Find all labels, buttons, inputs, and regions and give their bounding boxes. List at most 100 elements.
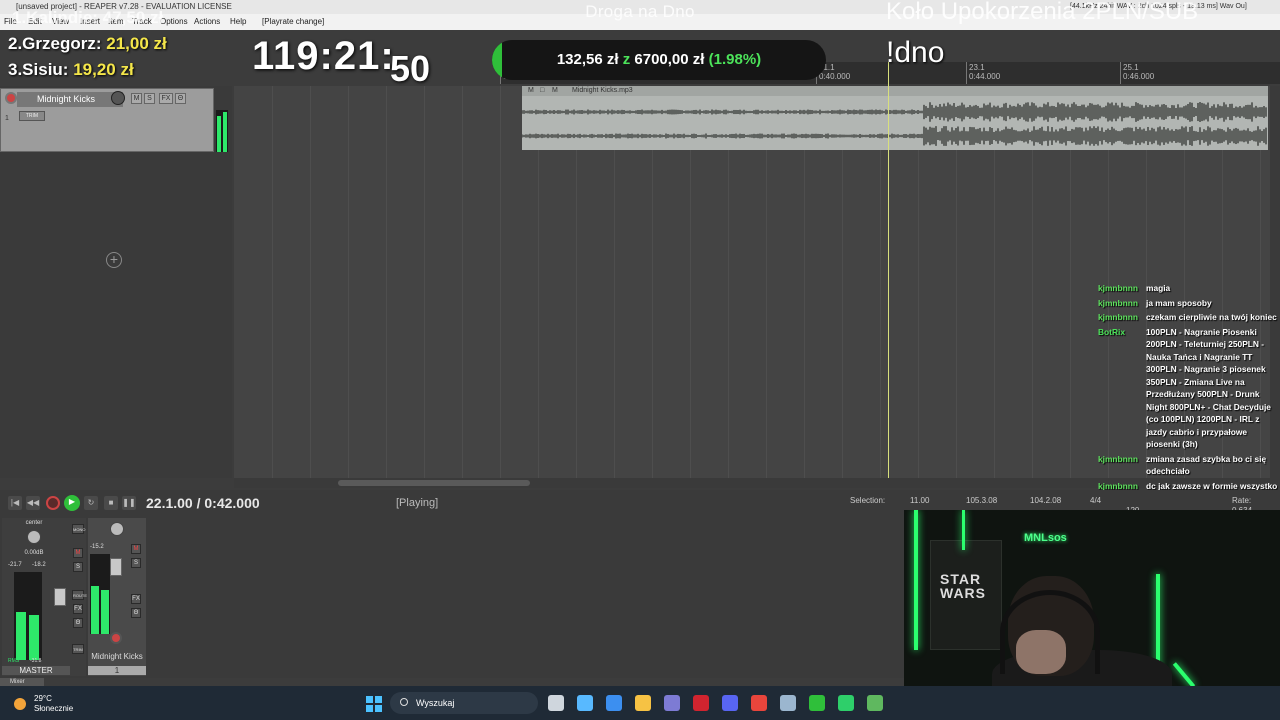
track-strip-db[interactable]: -15.2 <box>90 544 104 550</box>
record-button[interactable] <box>46 496 60 510</box>
neon-strip-bottom <box>1172 662 1196 686</box>
item-mute-icon[interactable]: M <box>528 86 534 96</box>
ruler-tick <box>966 62 967 84</box>
lastpass-icon[interactable] <box>693 695 709 711</box>
master-mono-button[interactable]: MONO <box>72 524 85 534</box>
pause-button[interactable]: ❚❚ <box>122 496 136 510</box>
donation-goal-bar: 132,56 zł z 6700,00 zł (1.98%) <box>492 40 826 80</box>
taskbar-search[interactable]: Wyszukaj <box>390 692 538 714</box>
track-strip-solo-button[interactable]: S <box>131 558 141 568</box>
goal-target: 6700,00 zł <box>634 51 705 68</box>
scrollbar-thumb[interactable] <box>338 480 530 486</box>
playhead[interactable] <box>888 62 889 478</box>
track-strip-phase-button[interactable]: Θ <box>131 608 141 618</box>
grid-line <box>386 86 387 478</box>
master-fx-button[interactable]: FX <box>73 604 83 614</box>
chat-username[interactable]: kjmnbnnn <box>1098 453 1138 466</box>
chat-username[interactable]: kjmnbnnn <box>1098 311 1138 324</box>
master-phase-button[interactable]: Θ <box>73 618 83 628</box>
master-trim-button[interactable]: TRIM <box>72 644 84 654</box>
media-item[interactable]: M □ M Midnight Kicks.mp3 <box>522 86 1268 150</box>
master-rms-value: -31.8 <box>30 658 42 664</box>
neon-strip-top <box>962 510 965 550</box>
item-lock-icon[interactable]: □ <box>540 86 544 96</box>
start-icon[interactable] <box>366 696 382 712</box>
track-header[interactable]: 1 Midnight Kicks M S FX Θ TRIM <box>0 88 214 152</box>
mixer-tab[interactable]: Mixer <box>0 678 44 686</box>
selection-end[interactable]: 105.3.08 <box>966 496 997 505</box>
track-control-panel: 1 Midnight Kicks M S FX Θ TRIM + <box>0 86 232 478</box>
weather-widget[interactable]: 29°C Słonecznie <box>34 694 73 714</box>
transport-position[interactable]: 22.1.00 / 0:42.000 <box>146 495 260 511</box>
chrome-icon[interactable] <box>751 695 767 711</box>
grid-line <box>310 86 311 478</box>
stop-button[interactable]: ■ <box>104 496 118 510</box>
weather-sun-icon[interactable] <box>14 698 26 710</box>
store-icon[interactable] <box>606 695 622 711</box>
chat-message: kjmnbnnn ja mam sposoby <box>1088 297 1278 310</box>
webcam-overlay: STAR WARS MNLsos <box>904 510 1280 686</box>
master-meter <box>14 572 42 660</box>
track-volume-knob[interactable] <box>111 91 125 105</box>
master-meter-right <box>29 615 39 660</box>
selection-label: Selection: <box>850 496 886 505</box>
mute-button[interactable]: M <box>131 93 142 104</box>
chat-username[interactable]: BotRix <box>1098 326 1125 339</box>
track-pan-knob[interactable] <box>110 522 124 536</box>
discord-icon[interactable] <box>722 695 738 711</box>
steam-icon[interactable] <box>780 695 796 711</box>
meter-left <box>217 116 221 152</box>
subathon-timer-seconds: 50 <box>390 48 431 89</box>
track-strip-record-arm[interactable] <box>110 632 122 644</box>
copilot-icon[interactable] <box>577 695 593 711</box>
screen: [unsaved project] - REAPER v7.28 - EVALU… <box>0 0 1280 720</box>
master-db[interactable]: 0.00dB <box>2 550 66 556</box>
master-fader[interactable] <box>54 588 66 606</box>
selection-length[interactable]: 104.2.08 <box>1030 496 1061 505</box>
master-peak-left: -21.7 <box>8 562 22 568</box>
track-name-field[interactable]: Midnight Kicks <box>17 92 123 107</box>
obs-icon[interactable] <box>664 695 680 711</box>
master-peak-right: -18.2 <box>32 562 46 568</box>
ruler-time-label: 0:46.000 <box>1123 72 1155 81</box>
ruler-tick <box>1120 62 1121 84</box>
track-strip-fx-button[interactable]: FX <box>131 594 141 604</box>
record-arm-button[interactable] <box>5 92 17 104</box>
track-strip-fader[interactable] <box>110 558 122 576</box>
ruler-time-label: 0:44.000 <box>969 72 1001 81</box>
chat-message: BotRix 100PLN - Nagranie Piosenki 200PLN … <box>1088 326 1278 451</box>
play-button[interactable]: ▶ <box>64 495 80 511</box>
master-solo-button[interactable]: S <box>73 562 83 572</box>
add-track-icon[interactable]: + <box>106 252 122 268</box>
grid-line <box>272 86 273 478</box>
taskbar: 29°C Słonecznie Wyszukaj <box>0 686 1280 720</box>
track-strip-mute-button[interactable]: M <box>131 544 141 554</box>
master-rms-label: RMS <box>8 658 20 664</box>
master-mute-button[interactable]: M <box>73 548 83 558</box>
file-explorer-icon[interactable] <box>635 695 651 711</box>
neon-strip-left <box>914 510 918 650</box>
fx-button[interactable]: FX <box>159 93 173 104</box>
repeat-button[interactable]: ↻ <box>84 496 98 510</box>
chat-message: kjmnbnnn magia <box>1088 282 1278 295</box>
go-to-start-button[interactable]: |◀ <box>8 496 22 510</box>
spotify-icon[interactable] <box>838 695 854 711</box>
trim-button[interactable]: TRIM <box>19 111 45 121</box>
xbox-icon[interactable] <box>809 695 825 711</box>
chat-username[interactable]: kjmnbnnn <box>1098 282 1138 295</box>
master-route-button[interactable]: ROUTE <box>72 590 87 600</box>
rewind-button[interactable]: ◀◀ <box>26 496 40 510</box>
item-midi-icon[interactable]: M <box>552 86 558 96</box>
reaper-icon[interactable] <box>867 695 883 711</box>
weather-desc: Słonecznie <box>34 704 74 713</box>
selection-start[interactable]: 11.00 <box>910 496 929 505</box>
solo-button[interactable]: S <box>144 93 155 104</box>
time-signature[interactable]: 4/4 <box>1090 496 1101 505</box>
track-strip: -15.2 M S FX Θ Midnight Kicks 1 <box>88 518 146 676</box>
task-view-icon[interactable] <box>548 695 564 711</box>
phase-button[interactable]: Θ <box>175 93 186 104</box>
master-pan-knob[interactable] <box>27 530 41 544</box>
neon-sign: MNLsos <box>1024 532 1067 544</box>
chat-username[interactable]: kjmnbnnn <box>1098 297 1138 310</box>
master-label: MASTER <box>2 666 70 675</box>
